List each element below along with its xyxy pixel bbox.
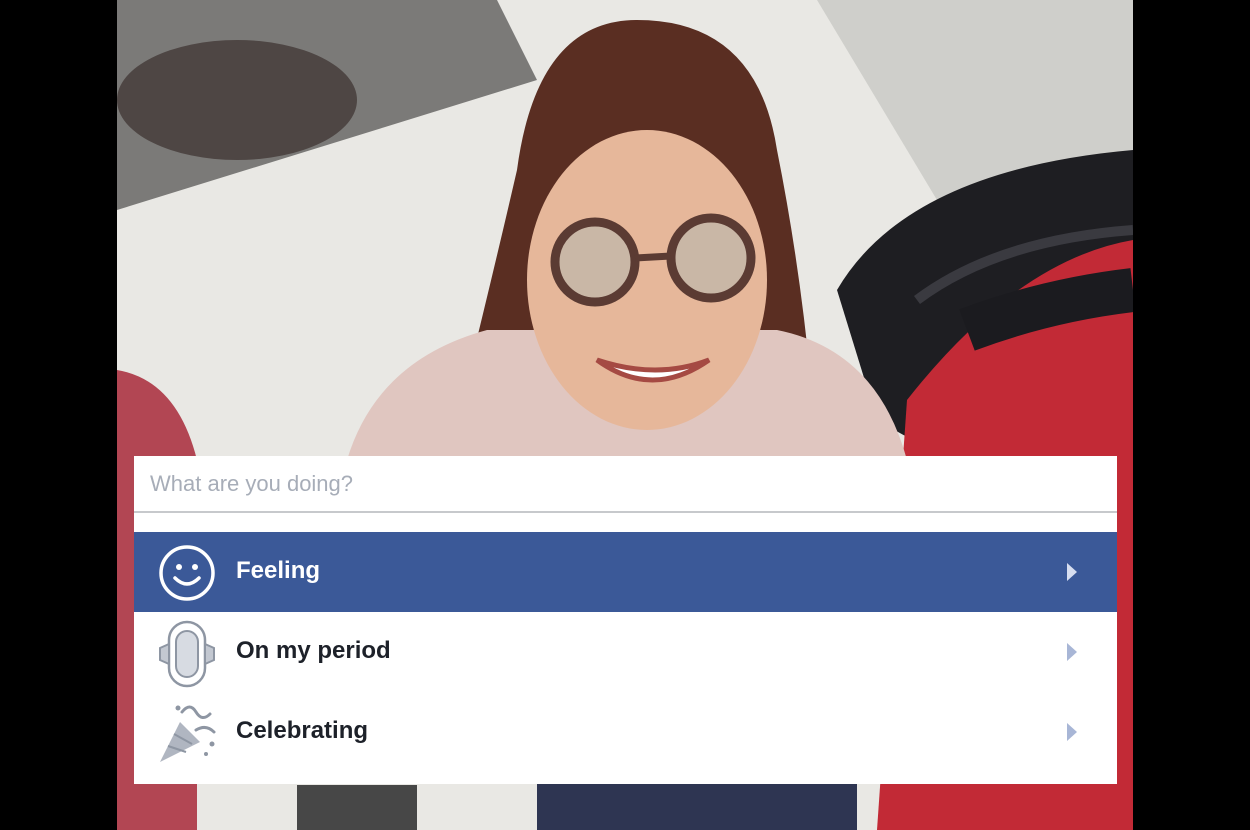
option-celebrating-label: Celebrating — [236, 717, 369, 744]
option-on-my-period-label: On my period — [236, 637, 391, 664]
screenshot-frame: Feeling On my period — [0, 0, 1250, 830]
smiley-face-icon — [156, 542, 218, 604]
party-popper-icon — [156, 702, 218, 764]
option-feeling[interactable]: Feeling — [134, 532, 1117, 612]
activity-search-input[interactable] — [148, 466, 1102, 502]
activity-search-box — [134, 456, 1117, 513]
option-feeling-label: Feeling — [236, 557, 321, 584]
option-celebrating[interactable]: Celebrating — [134, 692, 1117, 772]
chevron-right-icon — [1067, 723, 1077, 741]
activity-picker-panel: Feeling On my period — [134, 456, 1117, 784]
chevron-right-icon — [1067, 643, 1077, 661]
option-on-my-period[interactable]: On my period — [134, 612, 1117, 692]
chevron-right-icon — [1067, 563, 1077, 581]
sanitary-pad-icon — [156, 620, 218, 688]
